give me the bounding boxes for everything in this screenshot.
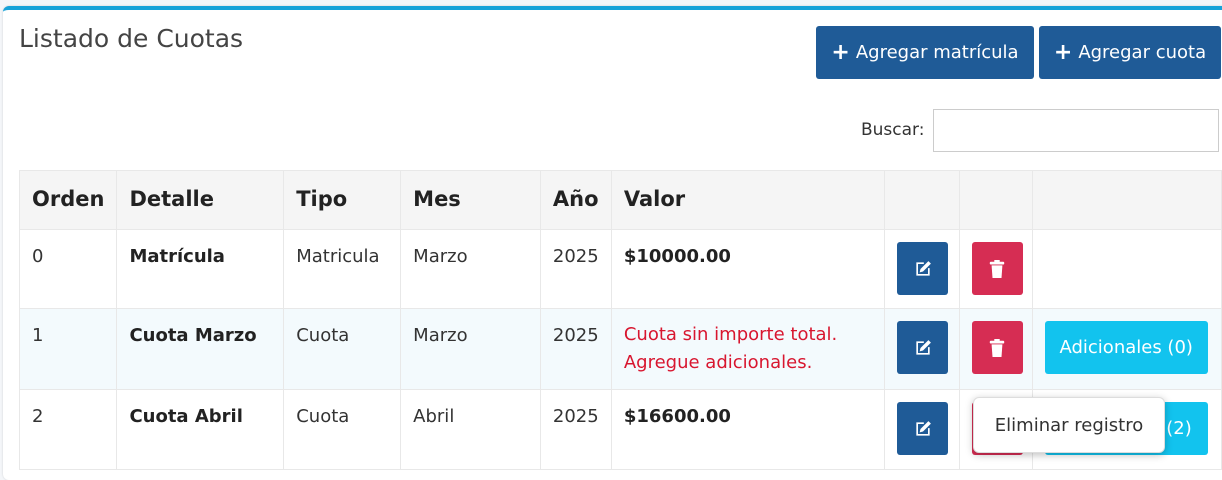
edit-button[interactable]	[897, 321, 949, 374]
column-header-tipo[interactable]: Tipo	[283, 170, 402, 230]
column-header-valor[interactable]: Valor	[610, 170, 886, 230]
trash-icon	[990, 338, 1005, 357]
edit-button[interactable]	[897, 242, 949, 295]
adicionales-button[interactable]: Adicionales (0)	[1044, 321, 1208, 374]
cell-mes: Marzo	[400, 308, 541, 390]
add-matricula-button[interactable]: + Agregar matrícula	[816, 26, 1034, 79]
valor-warning-line2: Agregue adicionales.	[623, 352, 813, 373]
cell-detalle: Cuota Marzo	[116, 308, 285, 390]
cell-orden: 2	[18, 389, 118, 470]
cell-tipo: Matricula	[283, 229, 402, 309]
column-header-extra	[1031, 170, 1222, 230]
cell-orden: 0	[18, 229, 118, 309]
add-matricula-label: Agregar matrícula	[855, 42, 1019, 63]
cell-orden: 1	[18, 308, 118, 390]
cell-tipo: Cuota	[283, 308, 402, 390]
add-cuota-label: Agregar cuota	[1078, 42, 1207, 63]
add-cuota-button[interactable]: + Agregar cuota	[1039, 26, 1221, 79]
cell-anio: 2025	[539, 389, 612, 470]
page-title: Listado de Cuotas	[19, 24, 244, 53]
cell-valor: $16600.00	[610, 389, 886, 470]
table-header-row: Orden Detalle Tipo Mes Año Valor	[18, 170, 1222, 230]
valor-warning-line1: Cuota sin importe total.	[623, 324, 838, 345]
edit-button[interactable]	[897, 402, 949, 455]
cell-edit	[884, 389, 960, 470]
table-row: 0 Matrícula Matricula Marzo 2025 $10000.…	[18, 229, 1222, 309]
cell-mes: Marzo	[400, 229, 541, 309]
column-header-orden[interactable]: Orden	[18, 170, 118, 230]
cell-mes: Abril	[400, 389, 541, 470]
cell-extra: Adicionales (0)	[1031, 308, 1222, 390]
edit-icon	[916, 260, 931, 276]
column-header-detalle[interactable]: Detalle	[116, 170, 285, 230]
trash-icon	[990, 259, 1005, 278]
cell-detalle: Cuota Abril	[116, 389, 285, 470]
column-header-delete	[958, 170, 1033, 230]
cell-anio: 2025	[539, 308, 612, 390]
cell-edit	[884, 308, 960, 390]
delete-button[interactable]	[971, 242, 1023, 295]
cell-valor: Cuota sin importe total. Agregue adicion…	[610, 308, 886, 390]
cell-edit	[884, 229, 960, 309]
edit-icon	[916, 339, 931, 355]
search-input[interactable]	[933, 109, 1219, 152]
cell-delete	[958, 308, 1033, 390]
delete-tooltip: Eliminar registro	[973, 397, 1165, 453]
cell-delete	[958, 229, 1033, 309]
plus-icon: +	[1053, 39, 1073, 65]
table-row: 1 Cuota Marzo Cuota Marzo 2025 Cuota sin…	[18, 308, 1222, 390]
cell-detalle: Matrícula	[116, 229, 285, 309]
edit-icon	[916, 420, 931, 436]
column-header-anio[interactable]: Año	[539, 170, 612, 230]
search-label: Buscar:	[861, 120, 925, 140]
cell-valor: $10000.00	[610, 229, 886, 309]
delete-button[interactable]	[971, 321, 1023, 374]
column-header-mes[interactable]: Mes	[400, 170, 541, 230]
cell-anio: 2025	[539, 229, 612, 309]
cell-tipo: Cuota	[283, 389, 402, 470]
cell-extra	[1031, 229, 1222, 309]
column-header-edit	[884, 170, 960, 230]
plus-icon: +	[831, 39, 850, 65]
